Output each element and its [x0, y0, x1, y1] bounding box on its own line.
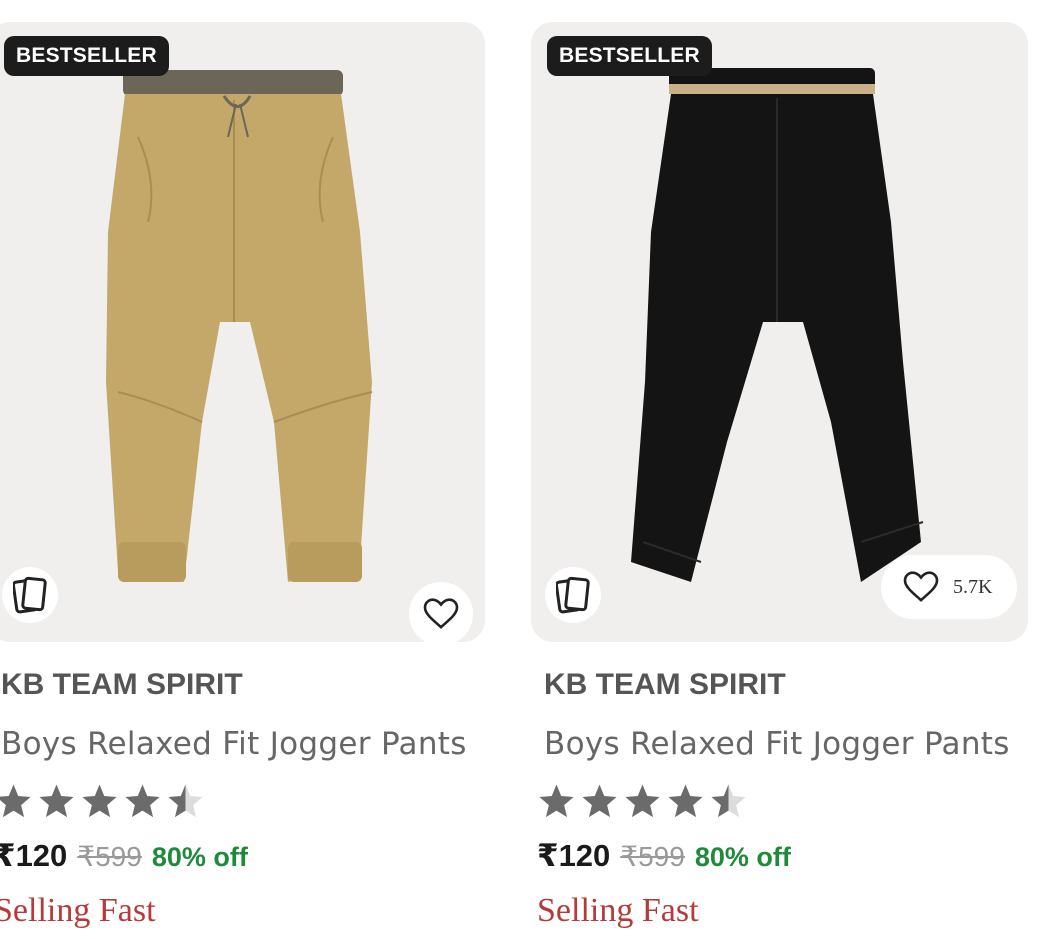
- urgency-label: Selling Fast: [537, 892, 699, 929]
- discount-label: 80% off: [151, 842, 248, 872]
- star-icon: [82, 784, 117, 818]
- brand-name: KB TEAM SPIRIT: [544, 668, 786, 701]
- similar-products-icon: [13, 576, 47, 614]
- product-card[interactable]: 5.7K BESTSELLER KB TEAM SPIRIT Boys Rela…: [531, 0, 1031, 939]
- star-icon: [668, 784, 703, 818]
- bestseller-badge: BESTSELLER: [4, 36, 169, 76]
- star-icon: [625, 784, 660, 818]
- star-icon: [711, 784, 746, 818]
- similar-products-icon: [556, 576, 590, 614]
- star-icon: [539, 784, 574, 818]
- selling-price: ₹120: [0, 838, 68, 873]
- original-price: ₹599: [77, 841, 142, 872]
- product-image-container[interactable]: 5.7K: [531, 22, 1028, 642]
- brand-name: KB TEAM SPIRIT: [1, 668, 243, 701]
- star-rating: [0, 782, 205, 822]
- price-row: ₹120 ₹599 80% off: [537, 838, 791, 874]
- wishlist-button[interactable]: [409, 582, 473, 642]
- product-card[interactable]: BESTSELLER KB TEAM SPIRIT Boys Relaxed F…: [0, 0, 488, 939]
- star-icon: [168, 784, 203, 818]
- star-icon: [39, 784, 74, 818]
- product-title[interactable]: Boys Relaxed Fit Jogger Pants: [1, 726, 467, 762]
- product-image: [631, 68, 924, 582]
- product-title[interactable]: Boys Relaxed Fit Jogger Pants: [544, 726, 1010, 762]
- urgency-label: Selling Fast: [0, 892, 156, 929]
- star-icon: [0, 784, 31, 818]
- price-row: ₹120 ₹599 80% off: [0, 838, 248, 874]
- star-icon: [125, 784, 160, 818]
- original-price: ₹599: [620, 841, 685, 872]
- product-image-container[interactable]: [0, 22, 485, 642]
- selling-price: ₹120: [537, 838, 611, 873]
- heart-icon: [423, 598, 459, 629]
- star-icon: [582, 784, 617, 818]
- product-image: [106, 70, 373, 582]
- star-rating: [537, 782, 748, 822]
- discount-label: 80% off: [694, 842, 791, 872]
- similar-products-button[interactable]: [2, 567, 58, 623]
- bestseller-badge: BESTSELLER: [547, 36, 712, 76]
- wishlist-count: 5.7K: [953, 575, 993, 598]
- similar-products-button[interactable]: [545, 567, 601, 623]
- wishlist-button[interactable]: 5.7K: [881, 555, 1017, 619]
- heart-icon: [903, 571, 939, 602]
